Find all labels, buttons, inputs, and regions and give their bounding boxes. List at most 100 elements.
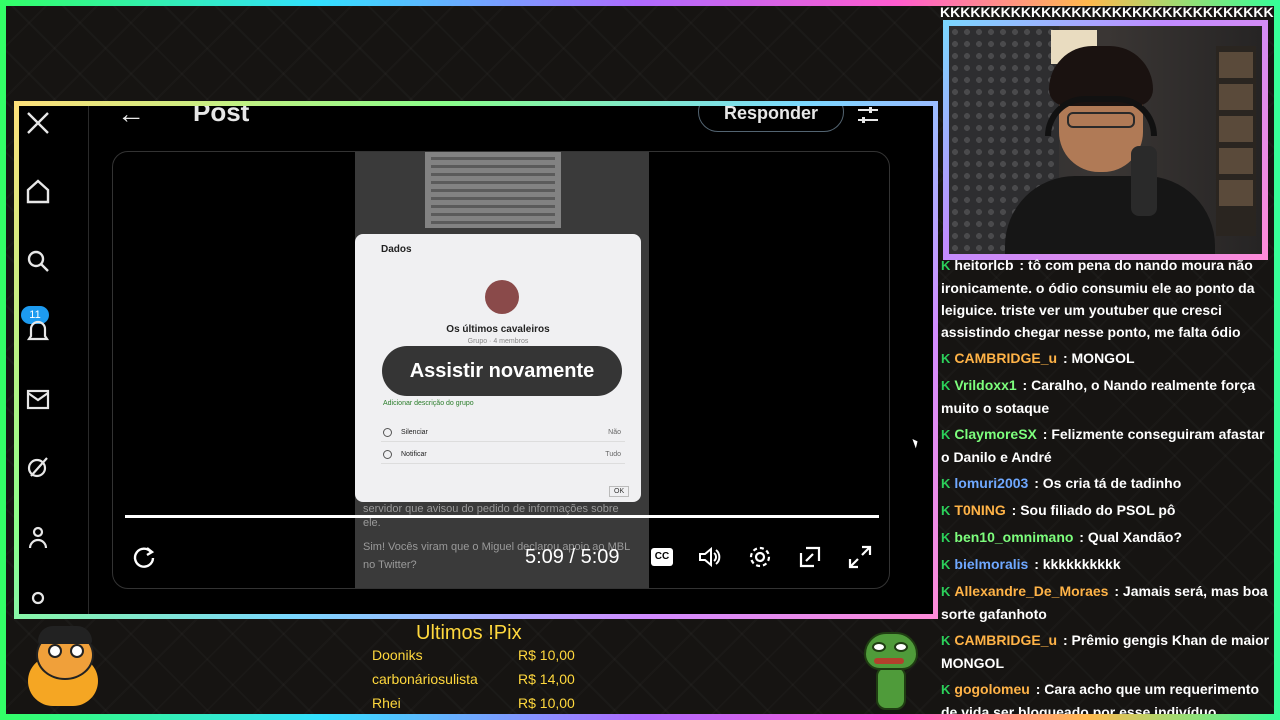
kick-badge-icon: K <box>941 503 951 518</box>
chat-message: K CAMBRIDGE_u : MONGOL <box>941 347 1271 370</box>
chat-separator: : <box>1031 681 1045 697</box>
kick-badge-icon: K <box>941 682 951 697</box>
document-preview <box>425 152 561 228</box>
x-logo-icon[interactable] <box>25 110 51 136</box>
notify-icon <box>383 450 392 459</box>
pix-amount: R$ 14,00 <box>518 671 575 687</box>
progress-bar[interactable] <box>125 515 879 518</box>
chat-message: K ClaymoreSX : Felizmente conseguiram afa… <box>941 423 1271 468</box>
gear-icon[interactable] <box>747 544 773 570</box>
chat-separator: : <box>1038 426 1052 442</box>
replay-icon[interactable] <box>131 544 157 570</box>
chat-username[interactable]: T0NING <box>954 502 1005 518</box>
kick-badge-icon: K <box>941 530 951 545</box>
pix-title: Ultimos !Pix <box>416 622 522 644</box>
chat-separator: : <box>1018 377 1032 393</box>
chat-message: Kheitorlcb : tô com pena do nando moura … <box>941 254 1271 343</box>
bookshelf <box>1216 46 1256 236</box>
chat-separator: : <box>1030 556 1043 572</box>
chat-separator: : <box>1007 502 1021 518</box>
picture-in-picture-icon[interactable] <box>797 544 823 570</box>
mascot-emote <box>18 626 102 710</box>
chat-username[interactable]: Allexandre_De_Moraes <box>954 583 1108 599</box>
bell-icon <box>383 428 392 437</box>
chat-text: Sou filiado do PSOL pô <box>1020 502 1176 518</box>
back-arrow-icon[interactable]: ← <box>117 106 145 130</box>
kick-badge-icon: K <box>941 427 951 442</box>
chat-username[interactable]: heitorlcb <box>954 257 1013 273</box>
pix-donor: Dooniks <box>372 647 423 663</box>
communities-icon[interactable] <box>25 524 51 550</box>
chat-message: Kgogolomeu : Cara acho que um requerimen… <box>941 678 1271 714</box>
video-controls: 5:09 / 5:09 CC <box>113 538 889 578</box>
glasses <box>1067 112 1135 128</box>
group-description-link: Adicionar descrição do grupo <box>383 400 474 407</box>
chat-separator: : <box>1059 632 1072 648</box>
chat-separator: : <box>1030 475 1043 491</box>
chat-text: MONGOL <box>1071 350 1135 366</box>
group-avatar <box>485 280 519 314</box>
setting-row: Silenciar Não <box>381 426 625 442</box>
setting-row: Notificar Tudo <box>381 448 625 464</box>
profile-icon[interactable] <box>25 588 51 614</box>
pepe-emote <box>862 632 920 712</box>
chat-separator: : <box>1059 350 1072 366</box>
chat-message: Kbielmoralis : kkkkkkkkkk <box>941 553 1271 576</box>
sliders-icon[interactable] <box>855 106 881 128</box>
panel-title: Dados <box>381 244 412 255</box>
setting-label: Silenciar <box>401 429 428 436</box>
chat-username[interactable]: ben10_omnimano <box>954 529 1073 545</box>
kick-badge-icon: K <box>941 258 951 273</box>
main-capture-frame: 11 ← Post Responder Dados Os últimos cav… <box>14 101 938 619</box>
kick-badge-icon: K <box>941 476 951 491</box>
volume-icon[interactable] <box>697 544 723 570</box>
x-sidebar: 11 <box>19 106 89 614</box>
streamer-shirt <box>1005 176 1215 254</box>
search-icon[interactable] <box>25 248 51 274</box>
chat-message: K T0NING : Sou filiado do PSOL pô <box>941 499 1271 522</box>
setting-value: Tudo <box>605 451 621 458</box>
group-subtitle: Grupo · 4 membros <box>467 338 529 345</box>
pix-amount: R$ 10,00 <box>518 647 575 663</box>
fullscreen-icon[interactable] <box>847 544 873 570</box>
post-title: Post <box>193 101 250 127</box>
kick-badge-icon: K <box>941 378 951 393</box>
chat-text: Os cria tá de tadinho <box>1042 475 1182 491</box>
ok-button: OK <box>609 486 630 497</box>
chat-message: Klomuri2003 : Os cria tá de tadinho <box>941 472 1271 495</box>
group-name: Os últimos cavaleiros <box>446 324 550 335</box>
chat-text: kkkkkkkkkk <box>1042 556 1121 572</box>
chat-text: Qual Xandão? <box>1087 529 1182 545</box>
chat-message: K Allexandre_De_Moraes : Jamais será, mas… <box>941 580 1271 625</box>
chat-username[interactable]: gogolomeu <box>954 681 1029 697</box>
setting-value: Não <box>608 429 621 436</box>
reply-button[interactable]: Responder <box>698 106 844 132</box>
home-icon[interactable] <box>25 178 51 204</box>
kick-badge-icon: K <box>941 557 951 572</box>
pix-donor: carbonáriosulista <box>372 671 478 687</box>
pix-donor: Rhei <box>372 695 401 711</box>
chat-username[interactable]: CAMBRIDGE_u <box>954 632 1057 648</box>
kick-badge-icon: K <box>941 584 951 599</box>
video-player[interactable]: Dados Os últimos cavaleiros Grupo · 4 me… <box>112 151 890 589</box>
live-chat: Kheitorlcb : tô com pena do nando moura … <box>941 254 1271 714</box>
time-display: 5:09 / 5:09 <box>525 546 620 568</box>
replay-button[interactable]: Assistir novamente <box>382 346 622 396</box>
post-header: ← Post Responder <box>89 106 919 146</box>
messages-icon[interactable] <box>25 386 51 412</box>
webcam-feed <box>943 20 1268 260</box>
chat-username[interactable]: Vrildoxx1 <box>954 377 1016 393</box>
chat-message: K CAMBRIDGE_u : Prêmio gengis Khan de mai… <box>941 629 1271 674</box>
grok-icon[interactable] <box>25 454 51 480</box>
webcam-title: KKKKKKKKKKKKKKKKKKKKKKKKKKKKKKKKKK <box>940 4 1274 20</box>
chat-username[interactable]: lomuri2003 <box>954 475 1028 491</box>
captions-icon[interactable]: CC <box>651 548 673 566</box>
microphone <box>1131 146 1157 216</box>
chat-separator: : <box>1075 529 1088 545</box>
chat-message: K Vrildoxx1 : Caralho, o Nando realmente … <box>941 374 1271 419</box>
kick-badge-icon: K <box>941 351 951 366</box>
chat-username[interactable]: bielmoralis <box>954 556 1028 572</box>
notifications-icon[interactable] <box>25 318 51 344</box>
chat-username[interactable]: ClaymoreSX <box>954 426 1036 442</box>
chat-username[interactable]: CAMBRIDGE_u <box>954 350 1057 366</box>
